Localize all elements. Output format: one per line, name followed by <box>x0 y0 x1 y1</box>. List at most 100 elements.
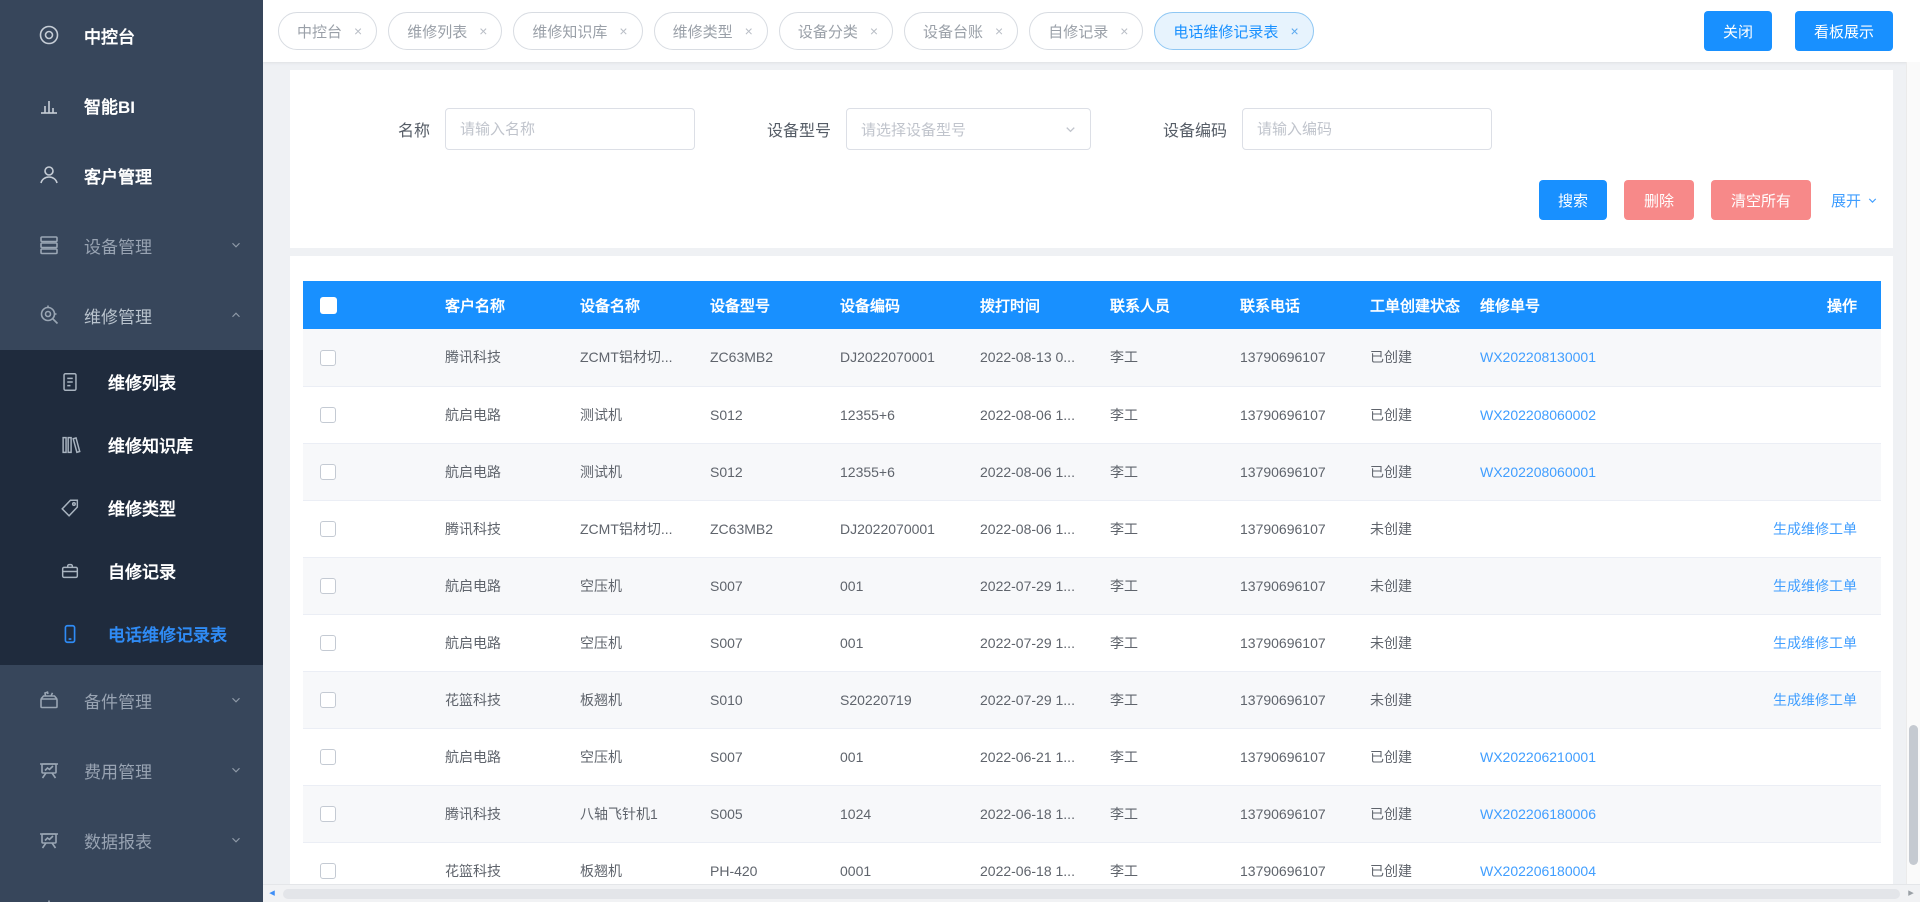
row-checkbox[interactable] <box>320 692 336 708</box>
view-tab[interactable]: 设备台账 × <box>904 12 1018 50</box>
row-checkbox[interactable] <box>320 407 336 423</box>
cell-call-time: 2022-08-06 1... <box>968 500 1098 557</box>
sidebar-item-self-repair[interactable]: 自修记录 <box>0 539 263 602</box>
work-order-link[interactable]: WX202208060002 <box>1480 407 1596 423</box>
board-display-button[interactable]: 看板展示 <box>1795 11 1893 51</box>
name-input[interactable] <box>445 108 695 150</box>
cell-contact: 李工 <box>1098 557 1228 614</box>
cell-call-time: 2022-06-21 1... <box>968 728 1098 785</box>
sidebar-item-label: 自修记录 <box>108 558 176 583</box>
scroll-right-arrow-icon[interactable]: ▸ <box>1902 885 1920 902</box>
tab-close-icon[interactable]: × <box>745 23 753 39</box>
delete-button[interactable]: 删除 <box>1624 180 1694 220</box>
phone-icon <box>58 622 82 646</box>
table-row: 花篮科技 板翘机 S010 S20220719 2022-07-29 1... … <box>303 671 1881 728</box>
work-order-link[interactable]: WX202208060001 <box>1480 464 1596 480</box>
sidebar-item-console[interactable]: 中控台 <box>0 0 263 70</box>
view-tab[interactable]: 电话维修记录表 × <box>1154 12 1313 50</box>
cell-model: S007 <box>698 728 828 785</box>
cell-order-status: 已创建 <box>1358 728 1468 785</box>
row-checkbox[interactable] <box>320 635 336 651</box>
view-tabs: 中控台 × 维修列表 × 维修知识库 × 维修类型 × <box>278 12 1314 50</box>
work-order-link[interactable]: WX202206180004 <box>1480 863 1596 879</box>
search-button[interactable]: 搜索 <box>1539 180 1607 220</box>
sidebar-item-label: 维修列表 <box>108 369 176 394</box>
row-checkbox[interactable] <box>320 464 336 480</box>
sidebar-item-devices[interactable]: 设备管理 <box>0 210 263 280</box>
device-model-filter-group: 设备型号 请选择设备型号 <box>767 108 1091 150</box>
row-checkbox[interactable] <box>320 863 336 879</box>
generate-work-order-link[interactable]: 生成维修工单 <box>1773 635 1857 651</box>
row-checkbox[interactable] <box>320 521 336 537</box>
cell-code: DJ2022070001 <box>828 329 968 386</box>
view-tab[interactable]: 维修知识库 × <box>513 12 642 50</box>
sidebar-item-bi[interactable]: 智能BI <box>0 70 263 140</box>
generate-work-order-link[interactable]: 生成维修工单 <box>1773 692 1857 708</box>
sidebar-item-phone-repair-records[interactable]: 电话维修记录表 <box>0 602 263 665</box>
work-order-link[interactable]: WX202206180006 <box>1480 806 1596 822</box>
device-code-filter-group: 设备编码 <box>1163 108 1492 150</box>
select-all-checkbox[interactable] <box>320 297 337 314</box>
close-button[interactable]: 关闭 <box>1704 11 1772 51</box>
device-code-input[interactable] <box>1242 108 1492 150</box>
cell-phone: 13790696107 <box>1228 557 1358 614</box>
sidebar-item-repair[interactable]: 维修管理 <box>0 280 263 350</box>
row-checkbox[interactable] <box>320 749 336 765</box>
cell-customer: 航启电路 <box>433 386 568 443</box>
cell-order-status: 未创建 <box>1358 671 1468 728</box>
device-code-label: 设备编码 <box>1163 117 1227 141</box>
tab-close-icon[interactable]: × <box>1290 23 1298 39</box>
sidebar-item-fees[interactable]: 费用管理 <box>0 735 263 805</box>
device-icon <box>36 232 62 258</box>
sidebar-item-knowledge-base[interactable]: 维修知识库 <box>0 413 263 476</box>
view-tab[interactable]: 维修类型 × <box>654 12 768 50</box>
cell-phone: 13790696107 <box>1228 728 1358 785</box>
cell-customer: 航启电路 <box>433 557 568 614</box>
tab-label: 中控台 <box>297 21 342 42</box>
horizontal-scrollbar-thumb[interactable] <box>283 889 1900 899</box>
tab-close-icon[interactable]: × <box>1120 23 1128 39</box>
col-header-code: 设备编码 <box>828 281 968 329</box>
cell-code: 12355+6 <box>828 386 968 443</box>
cell-model: S010 <box>698 671 828 728</box>
work-order-link[interactable]: WX202206210001 <box>1480 749 1596 765</box>
cell-order-status: 已创建 <box>1358 329 1468 386</box>
sidebar-item-customers[interactable]: 客户管理 <box>0 140 263 210</box>
col-header-customer: 客户名称 <box>433 281 568 329</box>
view-tab[interactable]: 自修记录 × <box>1029 12 1143 50</box>
vertical-scrollbar-thumb[interactable] <box>1909 725 1918 865</box>
generate-work-order-link[interactable]: 生成维修工单 <box>1773 578 1857 594</box>
cell-call-time: 2022-08-06 1... <box>968 443 1098 500</box>
cell-contact: 李工 <box>1098 728 1228 785</box>
repair-type-icon <box>58 496 82 520</box>
tab-label: 维修类型 <box>673 21 733 42</box>
sidebar-item-repair-type[interactable]: 维修类型 <box>0 476 263 539</box>
tab-close-icon[interactable]: × <box>870 23 878 39</box>
scroll-left-arrow-icon[interactable]: ◂ <box>263 885 281 902</box>
tab-close-icon[interactable]: × <box>995 23 1003 39</box>
row-checkbox[interactable] <box>320 806 336 822</box>
sidebar-item-label: 客户管理 <box>84 163 152 188</box>
view-tab[interactable]: 设备分类 × <box>779 12 893 50</box>
clear-all-button[interactable]: 清空所有 <box>1711 180 1811 220</box>
horizontal-scrollbar[interactable]: ◂ ▸ <box>263 884 1920 902</box>
view-tab[interactable]: 中控台 × <box>278 12 377 50</box>
tab-close-icon[interactable]: × <box>479 23 487 39</box>
sidebar-item-spare-parts[interactable]: 备件管理 <box>0 665 263 735</box>
cell-call-time: 2022-07-29 1... <box>968 557 1098 614</box>
sidebar-item-repair-list[interactable]: 维修列表 <box>0 350 263 413</box>
cell-contact: 李工 <box>1098 386 1228 443</box>
view-tab[interactable]: 维修列表 × <box>388 12 502 50</box>
sidebar-item-settings[interactable]: 系统设置 <box>0 875 263 902</box>
vertical-scrollbar[interactable] <box>1906 62 1920 884</box>
row-checkbox[interactable] <box>320 350 336 366</box>
table-row: 航启电路 测试机 S012 12355+6 2022-08-06 1... 李工… <box>303 386 1881 443</box>
tab-close-icon[interactable]: × <box>354 23 362 39</box>
expand-link[interactable]: 展开 <box>1831 190 1879 211</box>
sidebar-item-reports[interactable]: 数据报表 <box>0 805 263 875</box>
tab-close-icon[interactable]: × <box>619 23 627 39</box>
work-order-link[interactable]: WX202208130001 <box>1480 349 1596 365</box>
generate-work-order-link[interactable]: 生成维修工单 <box>1773 521 1857 537</box>
device-model-select[interactable]: 请选择设备型号 <box>846 108 1091 150</box>
row-checkbox[interactable] <box>320 578 336 594</box>
